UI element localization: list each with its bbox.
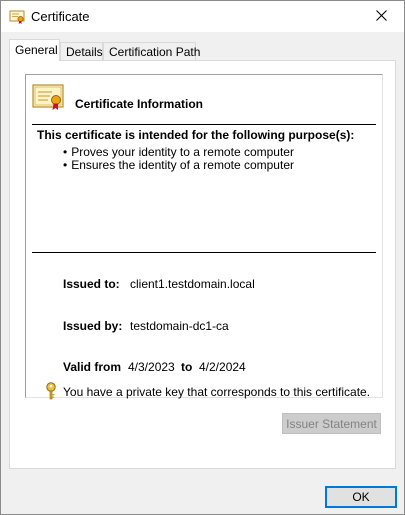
certificate-large-icon [32,83,66,111]
certificate-icon [9,9,25,25]
issued-to-value: client1.testdomain.local [130,277,255,291]
valid-to-value: 4/2/2024 [199,360,246,374]
issuer-statement-button[interactable]: Issuer Statement [282,413,381,434]
valid-from-value: 4/3/2023 [128,360,175,374]
purpose-list: Proves your identity to a remote compute… [63,146,294,172]
tab-certification-path[interactable]: Certification Path [103,42,200,61]
purpose-title: This certificate is intended for the fol… [37,128,355,142]
issued-to-label: Issued to: [63,277,120,291]
tab-general[interactable]: General [9,39,60,61]
certificate-dialog: Certificate General Details Certificatio… [0,0,405,515]
private-key-note: You have a private key that corresponds … [63,385,371,399]
info-heading: Certificate Information [75,97,204,111]
issued-by-value: testdomain-dc1-ca [130,319,229,333]
window-title: Certificate [31,9,90,24]
tab-details[interactable]: Details [60,42,103,61]
divider [32,252,376,253]
certificate-info-box: Certificate Information This certificate… [25,74,383,400]
ok-button[interactable]: OK [325,486,397,508]
title-bar: Certificate [1,1,404,32]
general-tab-panel: Certificate Information This certificate… [9,60,396,469]
issued-by-label: Issued by: [63,319,123,333]
valid-to-label: to [181,360,193,374]
key-icon [45,382,57,400]
valid-from-label: Valid from [63,360,122,374]
close-icon [375,9,387,24]
close-button[interactable] [358,1,404,32]
purpose-item: Ensures the identity of a remote compute… [63,159,294,172]
divider [32,124,376,125]
